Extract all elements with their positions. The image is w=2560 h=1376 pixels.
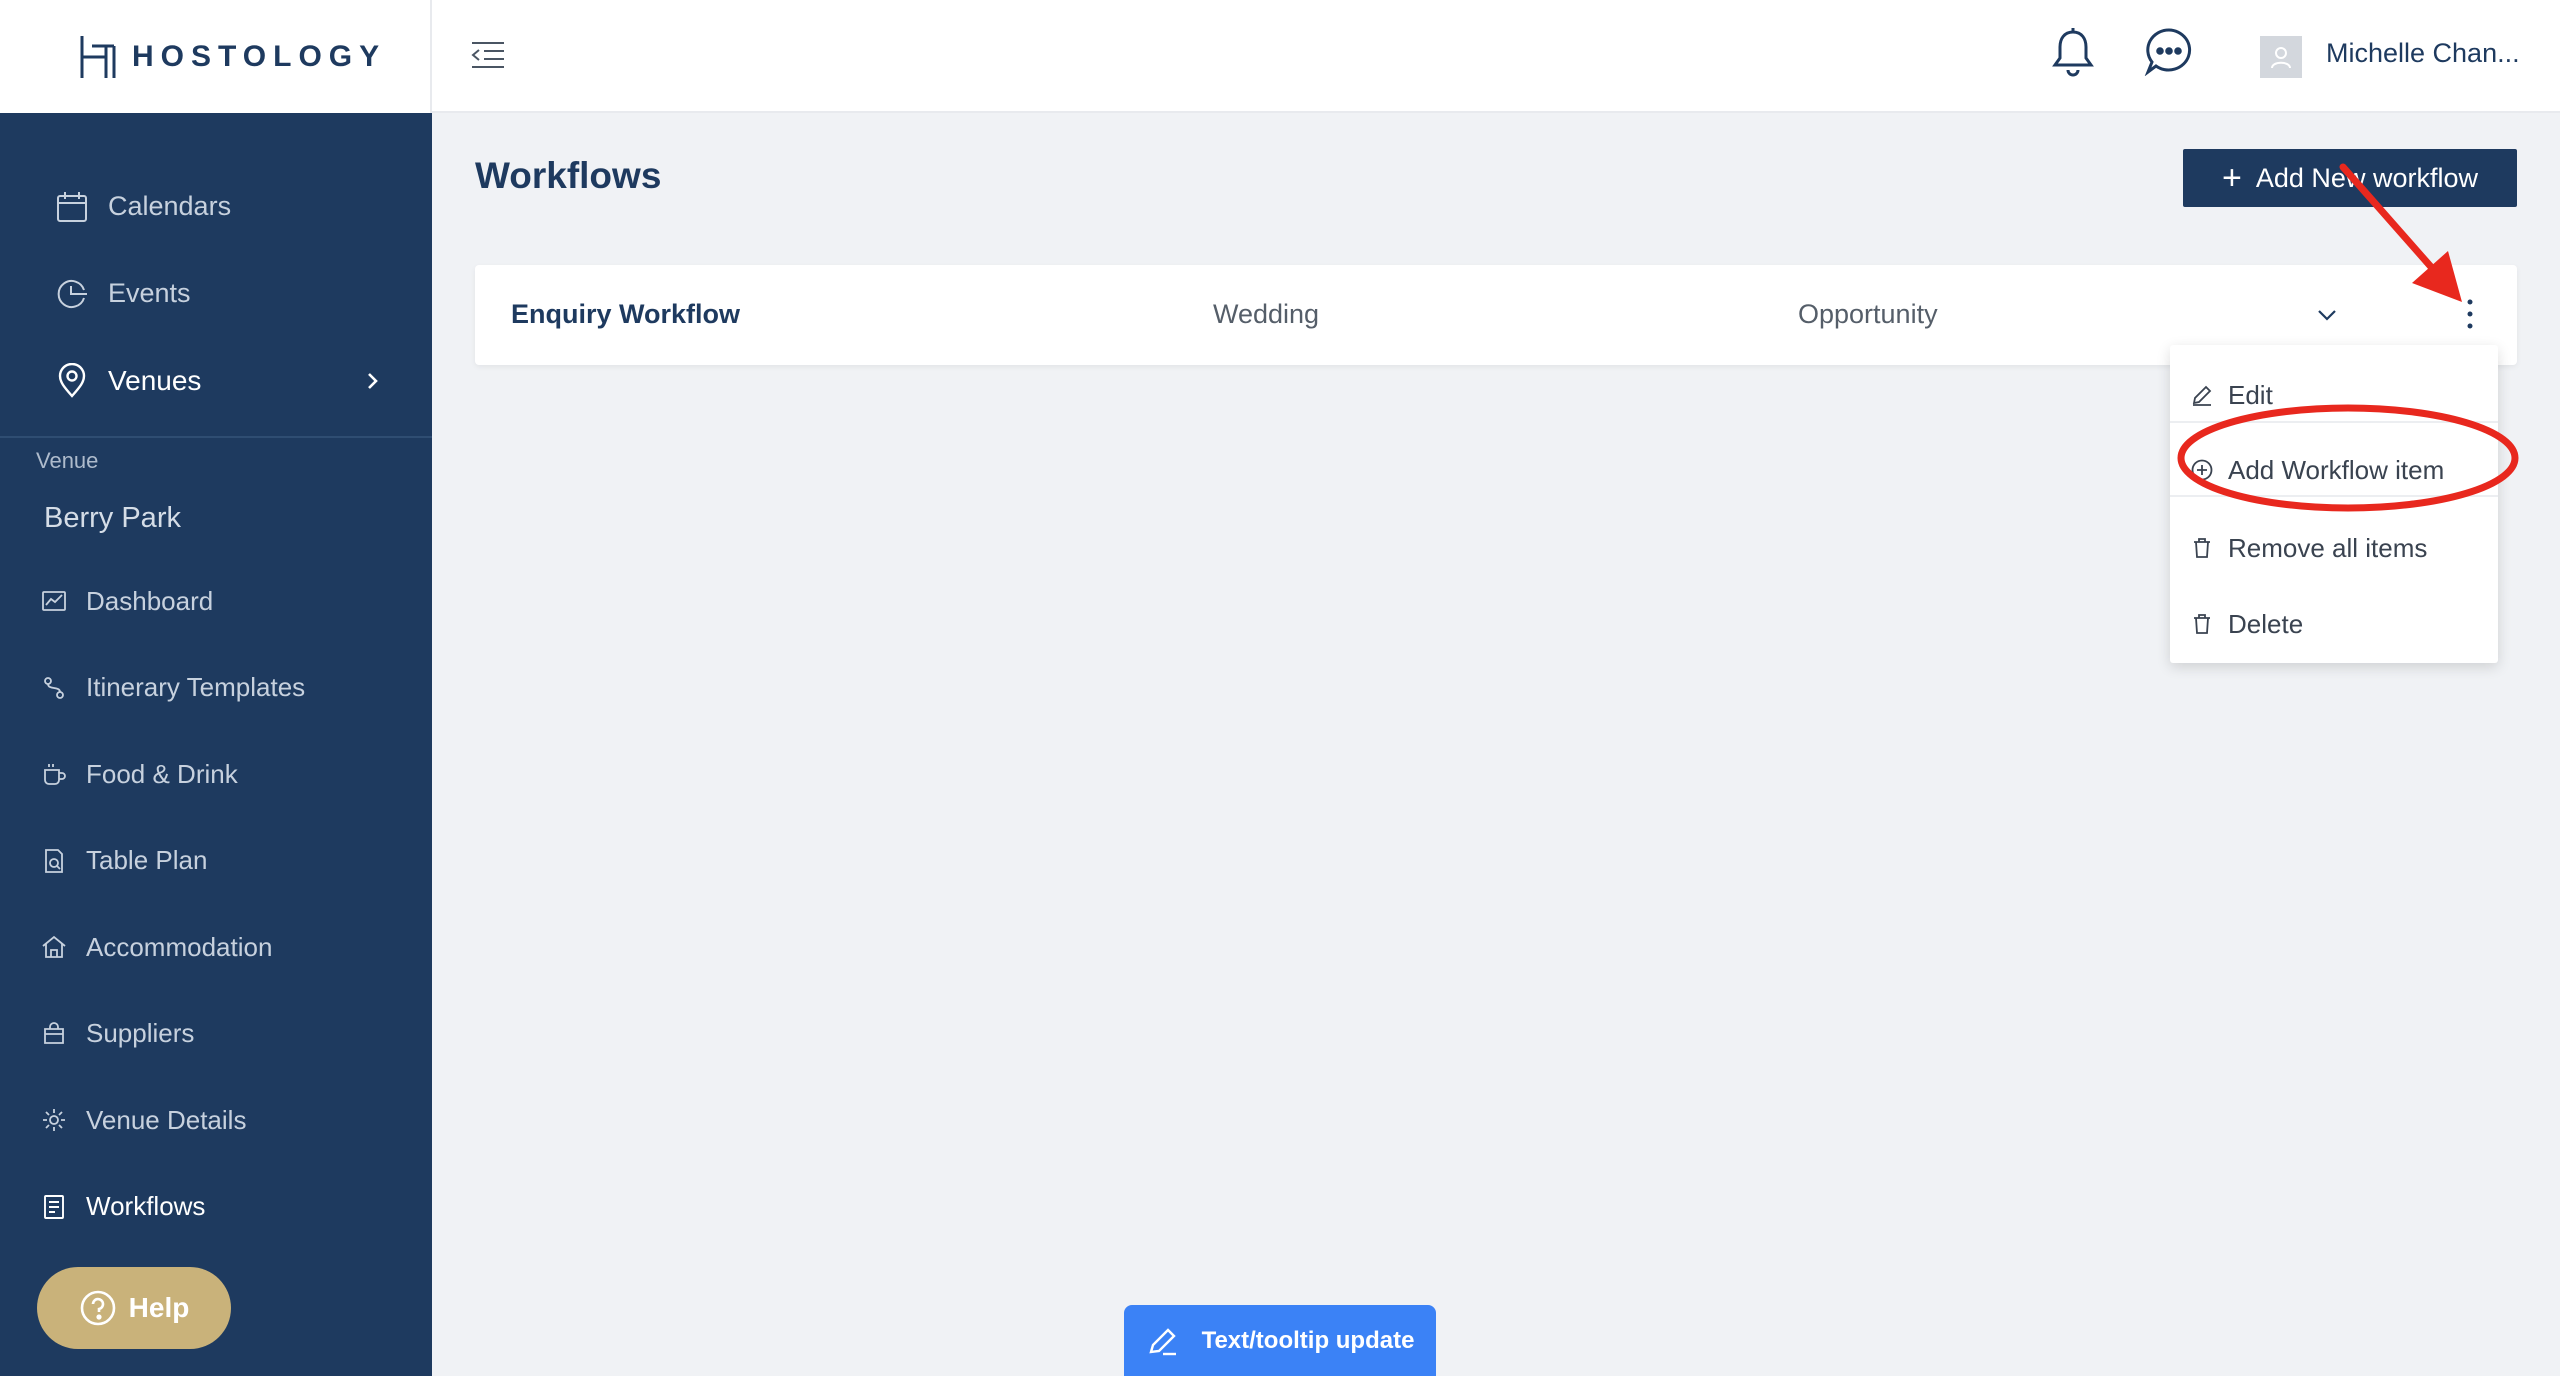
section-label: Venue bbox=[36, 448, 99, 473]
menu-divider bbox=[2170, 495, 2498, 497]
nav-venues[interactable]: Venues bbox=[0, 337, 432, 424]
sidebar-item-accommodation[interactable]: Accommodation bbox=[0, 904, 432, 991]
question-circle-icon bbox=[80, 1290, 115, 1326]
calendar-icon bbox=[57, 191, 87, 222]
chart-icon bbox=[42, 591, 66, 612]
workflow-stage: Opportunity bbox=[1798, 299, 1938, 329]
hostology-logo-icon bbox=[80, 35, 116, 78]
route-icon bbox=[44, 676, 64, 699]
sidebar-item-venue-details[interactable]: Venue Details bbox=[0, 1077, 432, 1164]
sidebar-item-label: Dashboard bbox=[86, 585, 214, 616]
shopping-bag-icon bbox=[44, 1021, 64, 1044]
sidebar-item-suppliers[interactable]: Suppliers bbox=[0, 991, 432, 1078]
pencil-icon bbox=[1148, 1327, 1176, 1355]
document-search-icon bbox=[45, 848, 63, 873]
sidebar-item-label: Venue Details bbox=[86, 1104, 247, 1135]
plus-circle-icon bbox=[2191, 459, 2213, 481]
nav-calendars-label: Calendars bbox=[108, 191, 232, 221]
tooltip-button-label: Text/tooltip update bbox=[1201, 1326, 1415, 1354]
clipboard-list-icon bbox=[44, 1194, 64, 1219]
menu-item-label: Delete bbox=[2228, 608, 2304, 639]
user-icon bbox=[2271, 47, 2291, 69]
sidebar-item-dashboard[interactable]: Dashboard bbox=[0, 558, 432, 645]
venue-name[interactable]: Berry Park bbox=[0, 478, 432, 558]
menu-divider bbox=[2170, 421, 2498, 423]
top-bar: Michelle Chan... bbox=[432, 0, 2560, 113]
location-pin-icon bbox=[58, 362, 86, 398]
user-name[interactable]: Michelle Chan... bbox=[2326, 38, 2520, 69]
sidebar-item-label: Food & Drink bbox=[86, 758, 238, 789]
menu-item-add-workflow-item[interactable]: Add Workflow item bbox=[2170, 443, 2498, 497]
sidebar-item-label: Itinerary Templates bbox=[86, 672, 306, 703]
sidebar-item-label: Table Plan bbox=[86, 845, 208, 876]
pencil-icon bbox=[2192, 385, 2212, 406]
trash-icon bbox=[2194, 614, 2210, 634]
bell-icon[interactable] bbox=[2049, 26, 2097, 78]
page-title: Workflows bbox=[475, 155, 662, 196]
gear-icon bbox=[43, 1109, 65, 1132]
menu-item-label: Remove all items bbox=[2228, 532, 2428, 563]
sidebar-item-workflows[interactable]: Workflows bbox=[0, 1164, 432, 1251]
menu-item-edit[interactable]: Edit bbox=[2170, 369, 2498, 421]
chevron-right-icon bbox=[368, 372, 378, 389]
workflow-options-menu: Edit Add Workflow item Remove all items … bbox=[2170, 345, 2498, 663]
coffee-cup-icon bbox=[44, 764, 66, 786]
collapse-menu-icon[interactable] bbox=[468, 36, 508, 76]
text-tooltip-update-button[interactable]: Text/tooltip update bbox=[1124, 1305, 1436, 1376]
menu-item-label: Edit bbox=[2228, 379, 2273, 410]
sidebar-item-food-drink[interactable]: Food & Drink bbox=[0, 731, 432, 818]
avatar[interactable] bbox=[2260, 36, 2302, 78]
menu-item-label: Add Workflow item bbox=[2228, 454, 2445, 485]
nav-calendars[interactable]: Calendars bbox=[0, 163, 432, 250]
sidebar-item-itinerary-templates[interactable]: Itinerary Templates bbox=[0, 645, 432, 732]
chevron-down-icon[interactable] bbox=[2313, 301, 2341, 329]
nav-events[interactable]: Events bbox=[0, 250, 432, 337]
nav-venues-label: Venues bbox=[108, 364, 202, 396]
sidebar-item-label: Suppliers bbox=[86, 1018, 195, 1049]
add-button-label: Add New workflow bbox=[2255, 162, 2478, 193]
chat-bubble-icon[interactable] bbox=[2144, 26, 2194, 76]
trash-icon bbox=[2194, 538, 2210, 558]
sidebar-item-label: Workflows bbox=[86, 1191, 206, 1222]
kebab-menu-icon[interactable] bbox=[2464, 297, 2476, 331]
menu-item-delete[interactable]: Delete bbox=[2170, 593, 2498, 655]
sidebar-item-label: Accommodation bbox=[86, 931, 273, 962]
brand-name: HOSTOLOGY bbox=[132, 39, 387, 73]
workflow-name: Enquiry Workflow bbox=[511, 299, 741, 329]
plus-icon: + bbox=[2222, 159, 2242, 197]
nav-events-label: Events bbox=[108, 278, 191, 308]
sidebar: HOSTOLOGY Calendars Events Venues Venue … bbox=[0, 0, 432, 1376]
sidebar-item-table-plan[interactable]: Table Plan bbox=[0, 818, 432, 905]
home-icon bbox=[42, 936, 66, 959]
logo[interactable]: HOSTOLOGY bbox=[0, 0, 432, 113]
add-new-workflow-button[interactable]: + Add New workflow bbox=[2183, 149, 2517, 207]
events-clock-icon bbox=[57, 279, 87, 308]
help-label: Help bbox=[128, 1292, 190, 1323]
menu-item-remove-all-items[interactable]: Remove all items bbox=[2170, 517, 2498, 579]
help-button[interactable]: Help bbox=[37, 1267, 231, 1349]
workflow-type: Wedding bbox=[1213, 299, 1320, 329]
